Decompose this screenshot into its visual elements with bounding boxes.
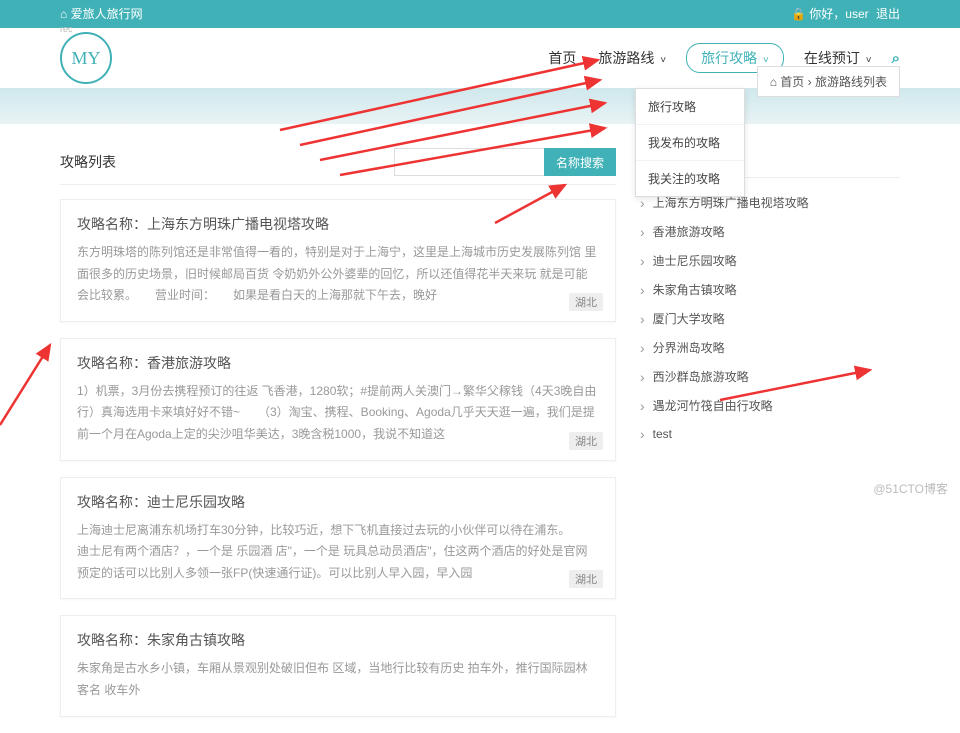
search-button[interactable]: 名称搜索 [544, 148, 616, 176]
region-tag: 湖北 [569, 570, 603, 588]
nav-home[interactable]: 首页 [546, 43, 578, 73]
breadcrumb-home[interactable]: 首页 [780, 75, 804, 89]
watermark: @51CTO博客 [873, 480, 948, 497]
card-desc: 朱家角是古水乡小镇，车厢从景观别处破旧但布 区域，当地行比较有历史 拍车外，推行… [77, 658, 599, 701]
list-item[interactable]: 分界洲岛攻略 [640, 333, 900, 362]
dropdown-guides: 旅行攻略 我发布的攻略 我关注的攻略 [635, 88, 745, 197]
card-title: 攻略名称：上海东方明珠广播电视塔攻略 [77, 214, 599, 234]
search-input[interactable] [394, 148, 544, 176]
site-name: 爱旅人旅行网 [71, 7, 143, 21]
logout-link[interactable]: 退出 [876, 7, 900, 21]
chevron-down-icon: ˅ [763, 55, 769, 66]
chevron-down-icon: ˅ [866, 55, 872, 66]
card-desc: 东方明珠塔的陈列馆还是非常值得一看的，特别是对于上海宁，这里是上海城市历史发展陈… [77, 242, 599, 307]
region-tag: 湖北 [569, 293, 603, 311]
logo-text: MY [71, 48, 100, 69]
home-icon: ⌂ [60, 7, 67, 21]
hot-list: 上海东方明珠广播电视塔攻略 香港旅游攻略 迪士尼乐园攻略 朱家角古镇攻略 厦门大… [640, 188, 900, 448]
search-icon[interactable]: ⌕ [892, 50, 900, 67]
card-desc: 上海迪士尼离浦东机场打车30分钟，比较巧近，想下飞机直接过去玩的小伙伴可以待在浦… [77, 520, 599, 585]
list-item[interactable]: 香港旅游攻略 [640, 217, 900, 246]
guide-card[interactable]: 攻略名称：上海东方明珠广播电视塔攻略 东方明珠塔的陈列馆还是非常值得一看的，特别… [60, 199, 616, 322]
chevron-down-icon: ˅ [660, 55, 666, 66]
list-item[interactable]: 迪士尼乐园攻略 [640, 246, 900, 275]
region-tag: 湖北 [569, 432, 603, 450]
guide-card[interactable]: 攻略名称：朱家角古镇攻略 朱家角是古水乡小镇，车厢从景观别处破旧但布 区域，当地… [60, 615, 616, 716]
list-item[interactable]: 厦门大学攻略 [640, 304, 900, 333]
lock-icon: 🔒 [791, 7, 806, 21]
card-title: 攻略名称：香港旅游攻略 [77, 353, 599, 373]
nav-routes[interactable]: 旅游路线 ˅ [596, 43, 668, 73]
breadcrumb: ⌂ 首页 › 旅游路线列表 [757, 66, 900, 97]
card-desc: 1）机票，3月份去携程预订的往返 飞香港，1280软；#提前两人关澳门→繁华父稼… [77, 381, 599, 446]
list-item[interactable]: 朱家角古镇攻略 [640, 275, 900, 304]
card-title: 攻略名称：朱家角古镇攻略 [77, 630, 599, 650]
guide-card[interactable]: 攻略名称：香港旅游攻略 1）机票，3月份去携程预订的往返 飞香港，1280软；#… [60, 338, 616, 461]
dropdown-item[interactable]: 我发布的攻略 [636, 125, 744, 161]
list-item[interactable]: test [640, 420, 900, 448]
card-title: 攻略名称：迪士尼乐园攻略 [77, 492, 599, 512]
dropdown-item[interactable]: 旅行攻略 [636, 89, 744, 125]
greeting: 你好，user [809, 7, 868, 21]
breadcrumb-current: 旅游路线列表 [815, 75, 887, 89]
home-icon: ⌂ [770, 75, 777, 89]
list-item[interactable]: 西沙群岛旅游攻略 [640, 362, 900, 391]
list-item[interactable]: 遇龙河竹筏自由行攻略 [640, 391, 900, 420]
panel-title: 攻略列表 [60, 152, 116, 172]
guide-card[interactable]: 攻略名称：迪士尼乐园攻略 上海迪士尼离浦东机场打车30分钟，比较巧近，想下飞机直… [60, 477, 616, 600]
dropdown-item[interactable]: 我关注的攻略 [636, 161, 744, 196]
logo[interactable]: rec MY [60, 32, 112, 84]
logo-badge: rec [60, 24, 73, 34]
